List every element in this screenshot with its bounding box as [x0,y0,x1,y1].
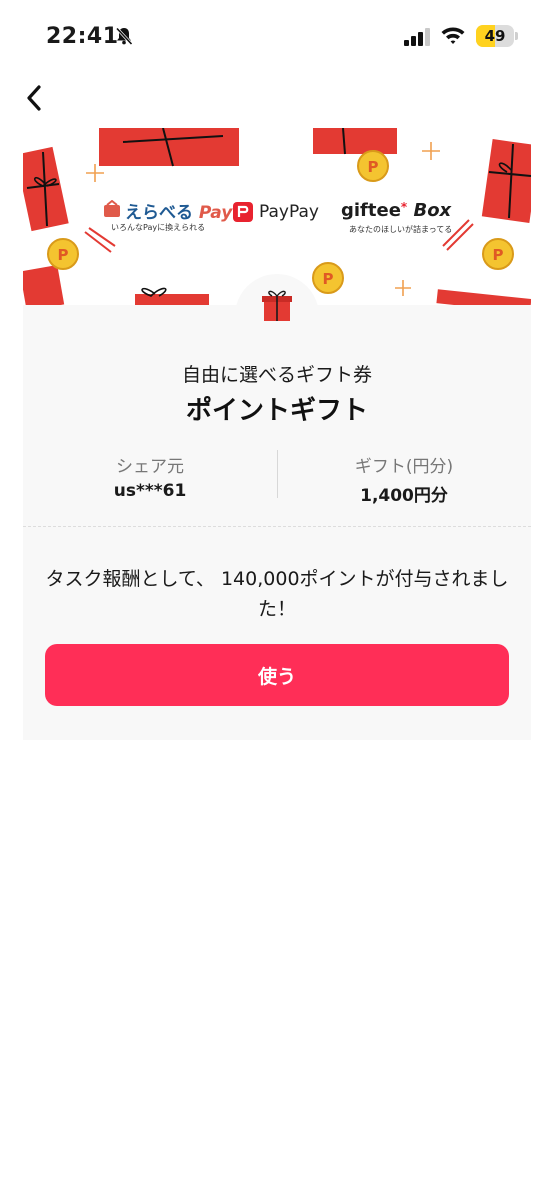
erabe-pay-wordmark: えらべる Pay [125,198,232,223]
giftee-box-tagline: あなたのほしいが詰まってる [349,225,453,234]
svg-text:P: P [323,270,334,288]
gift-card: P P P P えらべる Pay いろんなPayに換えられる PayPay gi… [23,128,531,740]
gift-box-top-right [313,128,397,155]
giftee-box-wordmark: giftee* Box [341,200,451,221]
gift-box-right [481,139,531,223]
svg-text:P: P [493,246,504,264]
status-bar: 22:41 49 [0,0,554,72]
gift-box-top [99,128,239,167]
sender-label: シェア元 [116,457,184,477]
erabe-pay-suffix: Pay [198,203,233,223]
sparkle-decoration [86,164,104,182]
signal-icon [404,28,432,50]
gift-box-left [23,146,69,232]
erabe-pay-tagline: いろんなPayに換えられる [111,223,206,232]
gift-box-bottom-center [135,287,209,305]
sender-value: us***61 [113,481,187,501]
gift-box-bottom-left [23,265,65,305]
battery-icon: 49 [476,25,514,47]
use-button[interactable]: 使う [45,644,509,706]
battery-percentage: 49 [484,27,506,45]
giftee-box-suffix: Box [413,200,452,221]
chevron-left-icon [27,85,41,111]
coin-icon: P [47,238,79,270]
svg-text:P: P [58,246,69,264]
amount-label: ギフト(円分) [354,457,454,477]
bell-slash-icon [114,26,134,50]
status-time: 22:41 [46,24,119,49]
amount-value: 1,400円分 [360,486,448,506]
gift-title: ポイントギフト [185,396,368,426]
amount-info: ギフト(円分) 1,400円分 [277,452,531,506]
sender-info: シェア元 us***61 [23,452,277,501]
giftee-name: giftee [341,200,401,221]
svg-text:P: P [368,158,379,176]
paypay-wordmark: PayPay [259,202,319,222]
coin-icon: P [357,150,389,182]
coin-icon: P [312,262,344,294]
gift-box-bottom-right [436,289,531,305]
battery-tip [515,32,518,40]
dashed-divider [23,526,531,527]
sparkle-decoration [395,280,411,296]
giftee-box-logo: giftee* Box あなたのほしいが詰まってる [341,200,452,234]
erabe-pay-mark-icon [104,200,120,217]
back-button[interactable] [16,80,52,116]
erabe-pay-name: えらべる [125,203,193,223]
sparkle-decoration [422,142,440,160]
gift-subtitle: 自由に選べるギフト券 [181,364,372,386]
gift-box-icon [261,288,293,326]
giftee-star: * [400,200,408,214]
paypay-mark-icon [233,202,253,222]
reward-message: タスク報酬として、 140,000ポイントが付与されました！ [45,568,509,620]
wifi-icon [440,25,466,49]
coin-icon: P [482,238,514,270]
